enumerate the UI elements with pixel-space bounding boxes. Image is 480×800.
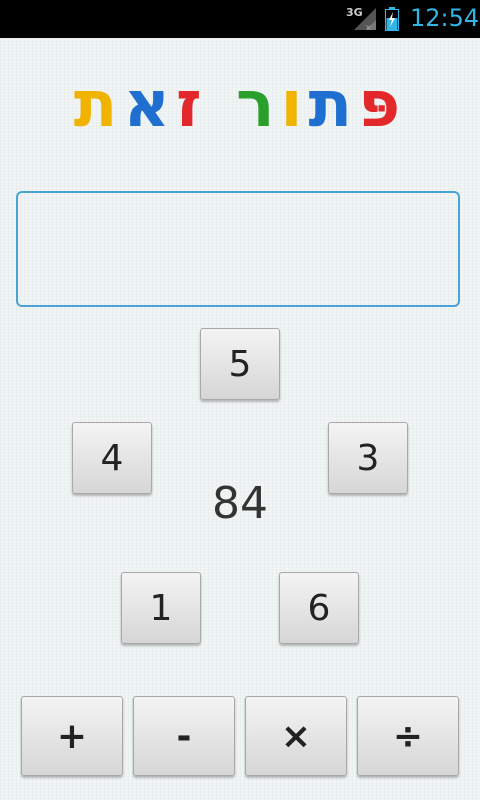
title-letter: ז	[176, 68, 208, 142]
answer-input[interactable]	[16, 191, 460, 307]
number-button-4[interactable]: 4	[72, 422, 152, 494]
number-button-5[interactable]: 5	[200, 328, 280, 400]
title-letter: פּ	[358, 68, 407, 142]
number-button-6[interactable]: 6	[279, 572, 359, 644]
clock: 12:54	[410, 4, 480, 32]
signal-icon: ×	[354, 8, 376, 32]
svg-text:×: ×	[365, 23, 372, 32]
status-bar: 3G × 12:54	[0, 0, 480, 38]
title-letter: א	[123, 68, 177, 142]
title-letter: ת	[308, 68, 359, 142]
minus-button[interactable]: -	[133, 696, 235, 776]
title-letter: ו	[280, 68, 309, 142]
title-letter: ר	[235, 68, 281, 142]
app-title: פּתור זאת	[0, 55, 480, 165]
title-letter: ת	[73, 68, 124, 142]
target-number: 84	[212, 478, 268, 529]
battery-charging-icon	[385, 7, 399, 31]
plus-button[interactable]: +	[21, 696, 123, 776]
multiply-button[interactable]: ×	[245, 696, 347, 776]
number-button-1[interactable]: 1	[121, 572, 201, 644]
divide-button[interactable]: ÷	[357, 696, 459, 776]
title-letter	[208, 55, 236, 155]
number-button-3[interactable]: 3	[328, 422, 408, 494]
